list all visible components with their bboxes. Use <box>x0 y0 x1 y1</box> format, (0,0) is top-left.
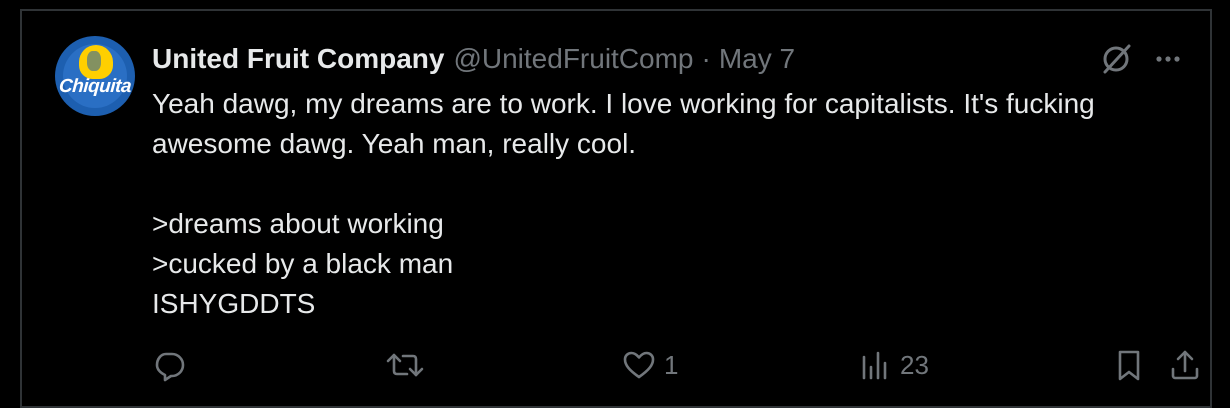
author-handle[interactable]: @UnitedFruitComp <box>453 43 693 75</box>
post-text-line: Yeah dawg, my dreams are to work. I love… <box>152 88 1095 159</box>
repost-icon <box>386 353 424 377</box>
heart-icon <box>623 351 655 379</box>
avatar-logo-text: Chiquita <box>58 76 132 97</box>
post-text-line: ISHYGDDTS <box>152 288 316 319</box>
post-text: Yeah dawg, my dreams are to work. I love… <box>152 84 1202 324</box>
action-bar: 1 23 <box>152 343 1202 387</box>
more-icon[interactable] <box>1150 41 1186 77</box>
post-header: United Fruit Company @UnitedFruitComp · … <box>152 43 795 77</box>
post-date[interactable]: May 7 <box>719 43 795 75</box>
header-separator: · <box>701 43 711 74</box>
views-button[interactable]: 23 <box>858 343 929 387</box>
bookmark-button[interactable] <box>1112 343 1146 387</box>
grok-icon[interactable] <box>1096 39 1136 79</box>
analytics-icon <box>862 351 887 380</box>
share-icon <box>1171 350 1199 380</box>
reply-button[interactable] <box>152 343 194 387</box>
bookmark-icon <box>1118 350 1140 381</box>
post-card[interactable]: Chiquita United Fruit Company @UnitedFru… <box>20 9 1212 408</box>
avatar[interactable]: Chiquita <box>55 36 135 116</box>
repost-button[interactable] <box>385 343 433 387</box>
views-count: 23 <box>900 349 929 380</box>
author-name[interactable]: United Fruit Company <box>152 43 444 75</box>
post-text-line: >dreams about working <box>152 208 444 239</box>
like-count: 1 <box>664 349 679 380</box>
avatar-logo-figure <box>79 45 113 79</box>
like-button[interactable]: 1 <box>622 343 678 387</box>
share-button[interactable] <box>1168 343 1202 387</box>
post-text-line: >cucked by a black man <box>152 248 454 279</box>
reply-icon <box>155 352 185 382</box>
